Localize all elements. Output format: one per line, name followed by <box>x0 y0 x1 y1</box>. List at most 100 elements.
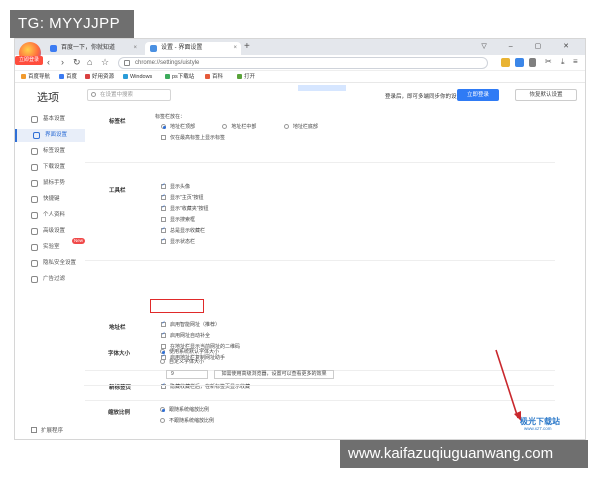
back-icon[interactable]: ‹ <box>47 57 50 67</box>
close-tab-icon[interactable]: × <box>133 42 137 55</box>
toolbar-option-bookmarkbar[interactable]: 总是显示收藏栏 <box>161 226 205 234</box>
page-title: 选项 <box>37 92 59 104</box>
tab-label: 百度一下，你就知道 <box>61 45 116 51</box>
toolbar-option-searchbox[interactable]: 显示搜索框 <box>161 216 195 223</box>
gear-icon <box>31 228 38 235</box>
tabbar-checkbox[interactable]: 仅在最高标签上显示标签 <box>161 134 225 141</box>
fontsize-radio-default[interactable]: 使用系统默认字体大小 <box>160 348 219 355</box>
navigation-bar: ‹ › ↻ ⌂ ☆ chrome://settings/uistyle ✂ ⤓ … <box>15 55 585 71</box>
download-icon[interactable]: ⤓ <box>561 57 565 67</box>
sidebar-footer-extensions[interactable]: 扩展程序 <box>31 426 63 434</box>
extensions-icon <box>31 427 37 433</box>
radio-middle[interactable] <box>222 124 228 129</box>
sidebar-item-tabs[interactable]: 标签设置 <box>15 145 85 158</box>
account-icon[interactable] <box>515 58 524 67</box>
sidebar-item-basic[interactable]: 基本设置 <box>15 113 85 126</box>
search-icon <box>91 92 96 97</box>
close-tab-icon[interactable]: × <box>233 42 237 55</box>
bookmark-item[interactable]: 百度 <box>59 71 77 83</box>
reset-defaults-button[interactable]: 恢复默认设置 <box>515 89 577 101</box>
user-icon <box>31 212 38 219</box>
lock-icon <box>124 60 130 66</box>
filter-icon <box>31 276 38 283</box>
toolbar-option-avatar[interactable]: 显示头像 <box>161 182 190 190</box>
settings-sidebar: 基本设置 界面设置 标签设置 下载设置 鼠标手势 快捷键 个人资料 高级设置 实… <box>15 105 86 438</box>
bookmark-item[interactable]: 百度导航 <box>21 71 50 83</box>
brand-site: www.xz7.com <box>524 426 552 431</box>
watermark-url-overlay: www.kaifazuqiuguanwang.com <box>340 440 588 468</box>
forward-icon[interactable]: › <box>61 57 64 67</box>
bookmark-item[interactable]: Windows <box>123 71 152 83</box>
lab-icon <box>31 244 38 251</box>
section-label: 地址栏 <box>109 325 126 331</box>
menu-icon[interactable]: ≡ <box>573 57 578 66</box>
settings-header: 选项 在设置中搜索 登录后，即可多端同步你的设置 立即登录 恢复默认设置 <box>15 83 585 105</box>
bookmark-item[interactable]: 百科 <box>205 71 223 83</box>
section-zoom: 缩放比例 跟随系统缩放比例 不跟随系统缩放比例 <box>84 400 554 434</box>
section-label: 缩放比例 <box>108 410 131 416</box>
settings-search-input[interactable]: 在设置中搜索 <box>87 89 171 101</box>
toolbar-option-favorites[interactable]: 显示"收藏夹"按钮 <box>161 204 209 212</box>
keyboard-icon <box>31 196 38 203</box>
tab-label: 设置 - 界面设置 <box>161 45 203 51</box>
sidebar-item-lab[interactable]: 实验室 New <box>15 238 86 254</box>
bookmark-item[interactable]: 好用资源 <box>85 71 114 83</box>
zoom-radio-follow[interactable]: 跟随系统缩放比例 <box>160 406 209 413</box>
star-icon[interactable]: ☆ <box>101 57 109 68</box>
sync-hint-bar <box>298 85 346 91</box>
extension-icon[interactable] <box>501 58 510 67</box>
toolbar-option-statusbar[interactable]: 显示状态栏 <box>161 237 195 245</box>
bookmarks-bar: 百度导航 百度 好用资源 Windows ps下载站 百科 打开 <box>15 71 585 83</box>
addressbar-option-autocomplete[interactable]: 启用网址自动补全 <box>161 331 210 339</box>
tg-tag-overlay: TG: MYYJJPP <box>10 10 134 38</box>
zoom-radio-nofollow[interactable]: 不跟随系统缩放比例 <box>160 417 214 424</box>
tab-settings[interactable]: 设置 - 界面设置 × <box>145 42 241 55</box>
baidu-favicon-icon <box>50 45 57 52</box>
title-bar: 立即登录 百度一下，你就知道 × 设置 - 界面设置 × + ▽ – ▢ ✕ <box>15 39 585 65</box>
section-tabbar: 标签栏 标签栏放在： 地址栏顶部 地址栏中部 地址栏底部 仅在最高标签上显示标签 <box>85 105 555 163</box>
sidebar-item-advanced[interactable]: 高级设置 <box>15 225 85 238</box>
fontsize-note: 如需使用高级浏览器，设置可以查看更多的效果 <box>214 370 334 379</box>
section-label: 字体大小 <box>108 351 131 357</box>
login-tip: 登录后，即可多端同步你的设置 <box>385 94 463 100</box>
layout-icon <box>33 132 40 139</box>
bookmark-item[interactable]: ps下载站 <box>165 71 194 83</box>
grid-icon[interactable] <box>529 58 536 67</box>
fontsize-select[interactable]: 9 <box>166 370 208 379</box>
address-text: chrome://settings/uistyle <box>135 60 200 66</box>
checkbox[interactable] <box>161 135 166 140</box>
sidebar-item-adblock[interactable]: 广告过滤 <box>15 273 85 286</box>
tab-baidu[interactable]: 百度一下，你就知道 × <box>45 42 141 55</box>
new-tab-button[interactable]: + <box>244 41 250 52</box>
radio-top[interactable] <box>161 124 166 129</box>
login-badge[interactable]: 立即登录 <box>15 56 43 65</box>
section-toolbar: 工具栏 显示头像 显示"主页"按钮 显示"收藏夹"按钮 显示搜索框 总是显示收藏… <box>85 163 555 261</box>
tabbar-position-label: 标签栏放在： <box>155 114 186 120</box>
sidebar-item-download[interactable]: 下载设置 <box>15 161 85 174</box>
section-label: 标签栏 <box>109 119 126 125</box>
shield-icon <box>31 260 38 267</box>
settings-favicon-icon <box>150 45 157 52</box>
sidebar-item-shortcuts[interactable]: 快捷键 <box>15 193 85 206</box>
login-button[interactable]: 立即登录 <box>457 89 499 101</box>
fontsize-radio-custom[interactable]: 自定义字体大小 <box>160 358 204 365</box>
window-controls[interactable]: ▽ – ▢ ✕ <box>481 42 579 50</box>
sidebar-item-privacy[interactable]: 隐私安全设置 <box>15 257 85 270</box>
search-placeholder: 在设置中搜索 <box>100 92 134 98</box>
gesture-icon <box>31 180 38 187</box>
radio-bottom[interactable] <box>283 124 289 129</box>
toolbar-option-home[interactable]: 显示"主页"按钮 <box>161 193 204 201</box>
scissors-icon[interactable]: ✂ <box>545 57 552 66</box>
screenshot-stage: TG: MYYJJPP 立即登录 百度一下，你就知道 × 设置 - 界面设置 ×… <box>0 0 600 480</box>
sidebar-item-gestures[interactable]: 鼠标手势 <box>15 177 85 190</box>
reload-icon[interactable]: ↻ <box>73 57 81 68</box>
sidebar-item-profile[interactable]: 个人资料 <box>15 209 85 222</box>
addressbar-option-smart[interactable]: 启用智能网址（推荐） <box>161 320 220 328</box>
sidebar-item-interface[interactable]: 界面设置 <box>15 129 85 142</box>
address-bar[interactable]: chrome://settings/uistyle <box>118 57 488 69</box>
home-icon[interactable]: ⌂ <box>87 57 92 67</box>
bookmark-item[interactable]: 打开 <box>237 71 255 83</box>
download-icon <box>31 164 38 171</box>
section-label: 工具栏 <box>109 188 126 194</box>
home-icon <box>31 116 38 123</box>
